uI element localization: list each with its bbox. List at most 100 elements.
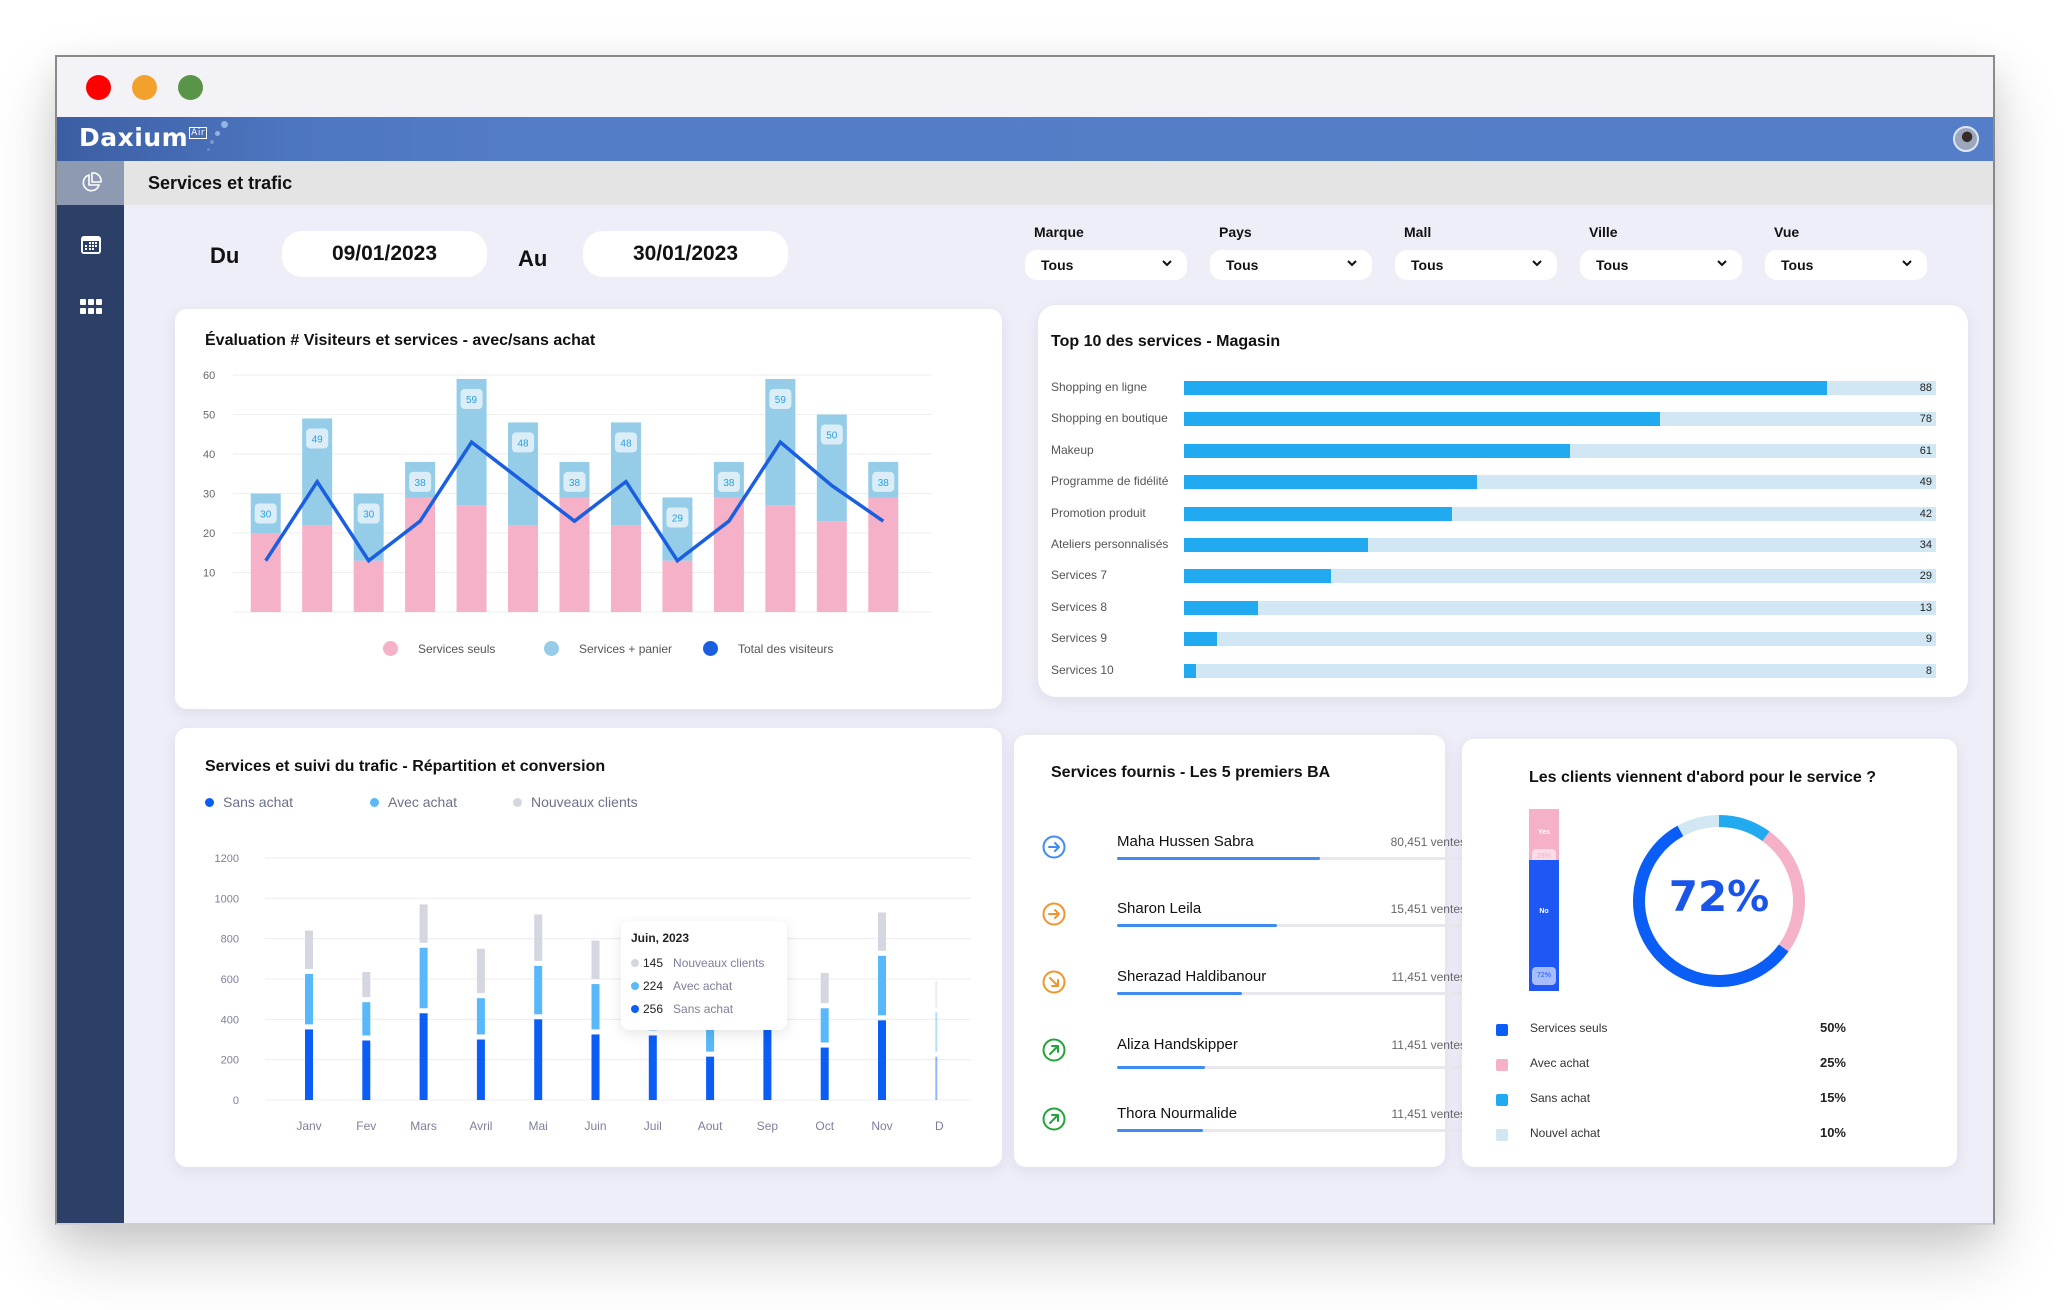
bar-services-seuls[interactable] — [610, 525, 641, 612]
filter-select-marque[interactable]: Tous — [1025, 250, 1187, 280]
bar-sans-achat[interactable] — [362, 1040, 371, 1100]
filter-select-vue[interactable]: Tous — [1765, 250, 1927, 280]
filter-select-pays[interactable]: Tous — [1210, 250, 1372, 280]
top10-value: 29 — [1919, 570, 1932, 583]
top10-row[interactable]: Services 7 29 — [1051, 568, 1936, 584]
user-avatar[interactable] — [1953, 126, 1979, 152]
close-window-button[interactable] — [86, 75, 111, 100]
bar-avec-achat[interactable] — [476, 998, 485, 1035]
pie-legend-item[interactable]: Avec achat 25% — [1496, 1055, 1846, 1075]
legend-percent: 15% — [1819, 1090, 1846, 1105]
ba-list-item[interactable]: Aliza Handskipper 11,451 ventes — [1042, 1036, 1507, 1086]
top10-row[interactable]: Ateliers personnalisés 34 — [1051, 537, 1936, 552]
maximize-window-button[interactable] — [178, 75, 203, 100]
ba-list-item[interactable]: Sherazad Haldibanour 11,451 ventes — [1042, 968, 1507, 1018]
top10-row[interactable]: Programme de fidélité 49 — [1051, 474, 1936, 490]
donut-slice-nouvel-achat[interactable] — [1677, 815, 1720, 837]
bar-services-seuls[interactable] — [405, 497, 436, 612]
ba-list-item[interactable]: Sharon Leila 15,451 ventes — [1042, 900, 1507, 950]
bar-nouveaux-clients[interactable] — [362, 971, 371, 998]
bar-sans-achat[interactable] — [476, 1039, 485, 1101]
top10-bar-track: 13 — [1184, 600, 1936, 615]
minimize-window-button[interactable] — [132, 75, 157, 100]
bar-sans-achat[interactable] — [763, 1025, 772, 1100]
bar-services-seuls[interactable] — [662, 560, 693, 612]
bar-nouveaux-clients[interactable] — [419, 904, 428, 943]
pie-legend-item[interactable]: Sans achat 15% — [1496, 1090, 1846, 1110]
bar-nouveaux-clients[interactable] — [591, 940, 600, 979]
ba-list-item[interactable]: Maha Hussen Sabra 80,451 ventes — [1042, 833, 1507, 883]
bar-sans-achat[interactable] — [706, 1056, 715, 1100]
bar-nouveaux-clients[interactable] — [305, 930, 313, 969]
bar-avec-achat[interactable] — [820, 1008, 829, 1043]
chevron-down-icon — [1717, 260, 1727, 267]
top10-row[interactable]: Makeup 61 — [1051, 443, 1936, 458]
bar-avec-achat[interactable] — [534, 965, 543, 1015]
top10-bar-track: 88 — [1184, 381, 1936, 395]
bar-services-seuls[interactable] — [816, 521, 847, 612]
bar-services-seuls[interactable] — [302, 525, 333, 612]
bar-avec-achat[interactable] — [419, 947, 428, 1009]
top10-row[interactable]: Services 9 9 — [1051, 631, 1936, 647]
sidebar-item-dashboard[interactable] — [57, 161, 124, 205]
top10-row[interactable]: Services 10 8 — [1051, 662, 1936, 678]
pie-legend-item[interactable]: Nouvel achat 10% — [1496, 1125, 1846, 1145]
bar-sans-achat[interactable] — [648, 1035, 657, 1100]
top10-value: 61 — [1919, 444, 1932, 457]
stacked-bar-yes[interactable]: Yes 28% — [1529, 809, 1559, 865]
bar-avec-achat[interactable] — [305, 973, 313, 1025]
date-from-field[interactable]: 09/01/2023 — [282, 231, 487, 277]
y-tick-label: 1200 — [215, 853, 239, 865]
top10-services-card: Top 10 des services - Magasin Shopping e… — [1038, 305, 1968, 697]
ba-progress-track — [1117, 1066, 1507, 1069]
top10-label: Services 7 — [1051, 568, 1108, 583]
donut-slice-sans-achat[interactable] — [1718, 815, 1770, 842]
pie-legend-item[interactable]: Services seuls 50% — [1496, 1020, 1846, 1040]
sidebar-item-calendar[interactable] — [57, 223, 124, 267]
top10-row[interactable]: Shopping en ligne 88 — [1051, 380, 1936, 395]
bar-sans-achat[interactable] — [820, 1047, 829, 1100]
bar-sans-achat[interactable] — [534, 1019, 543, 1100]
bar-nouveaux-clients[interactable] — [935, 981, 938, 1008]
filter-select-ville[interactable]: Tous — [1580, 250, 1742, 280]
bar-avec-achat[interactable] — [362, 1002, 371, 1036]
bar-sans-achat[interactable] — [878, 1020, 886, 1100]
bar-sans-achat[interactable] — [935, 1056, 938, 1100]
stacked-bar-no[interactable]: No 72% — [1529, 859, 1559, 991]
legend-total-visiteurs[interactable]: Total des visiteurs — [703, 641, 833, 656]
filter-select-mall[interactable]: Tous — [1395, 250, 1557, 280]
bar-services-seuls[interactable] — [713, 497, 744, 612]
bar-nouveaux-clients[interactable] — [878, 912, 886, 951]
bar-sans-achat[interactable] — [419, 1013, 428, 1100]
bar-sans-achat[interactable] — [591, 1034, 600, 1100]
bar-services-seuls[interactable] — [508, 525, 539, 612]
bar-avec-achat[interactable] — [878, 955, 886, 1016]
bar-nouveaux-clients[interactable] — [534, 914, 543, 961]
data-label: 38 — [415, 478, 427, 489]
legend-services-panier[interactable]: Services + panier — [544, 641, 672, 656]
top10-bar — [1184, 632, 1218, 647]
brand-logo[interactable]: Daxium Air — [79, 123, 208, 152]
bar-avec-achat[interactable] — [591, 984, 600, 1030]
bar-nouveaux-clients[interactable] — [820, 972, 829, 1004]
bar-nouveaux-clients[interactable] — [476, 948, 485, 994]
top10-row[interactable]: Promotion produit 42 — [1051, 506, 1936, 521]
date-to-field[interactable]: 30/01/2023 — [583, 231, 788, 277]
donut-center-label: 72% — [1668, 872, 1770, 921]
y-tick-label: 200 — [221, 1055, 239, 1067]
bar-services-seuls[interactable] — [353, 560, 384, 612]
chevron-down-icon — [1902, 260, 1912, 267]
chevron-down-icon — [1347, 260, 1357, 267]
sidebar-item-apps[interactable] — [57, 285, 124, 329]
x-tick-label: Avril — [469, 1119, 492, 1133]
traffic-chart: 0 200 400 600 800 1000 1200 Janv Fev Mars Avril Mai… — [215, 853, 971, 1133]
bar-services-seuls[interactable] — [456, 505, 487, 612]
ba-list-item[interactable]: Thora Nourmalide 11,451 ventes — [1042, 1105, 1507, 1155]
bar-avec-achat[interactable] — [935, 1012, 938, 1052]
bar-sans-achat[interactable] — [305, 1029, 313, 1100]
top10-row[interactable]: Shopping en boutique 78 — [1051, 411, 1936, 427]
top10-label: Services 10 — [1051, 662, 1114, 677]
legend-services-seuls[interactable]: Services seuls — [383, 641, 495, 656]
top10-row[interactable]: Services 8 13 — [1051, 600, 1936, 615]
bar-services-seuls[interactable] — [765, 505, 796, 612]
